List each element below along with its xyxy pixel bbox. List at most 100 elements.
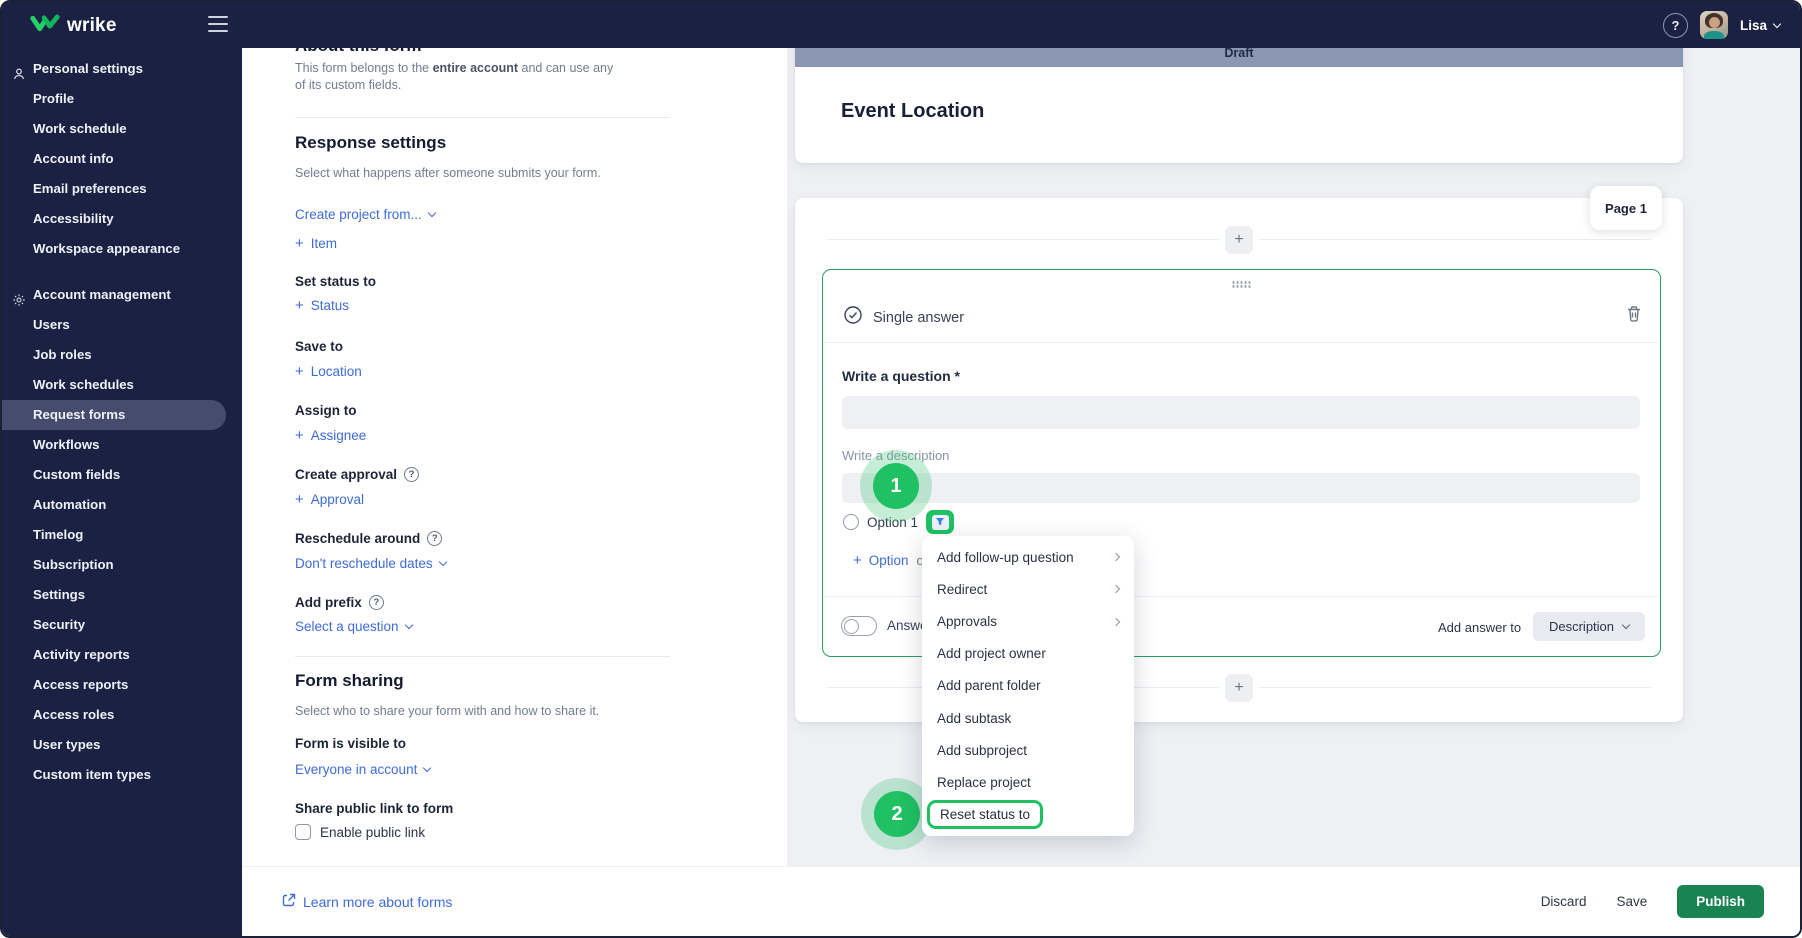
topbar-right: ? Lisa (1662, 2, 1782, 48)
annotation-highlight: Reset status to (927, 800, 1044, 830)
add-location-link[interactable]: + Location (295, 363, 362, 380)
chevron-right-icon (1111, 585, 1121, 594)
delete-question-icon[interactable] (1626, 305, 1642, 327)
publish-button[interactable]: Publish (1677, 885, 1764, 918)
menu-item-add-project-owner[interactable]: Add project owner (922, 638, 1134, 670)
answer-required-toggle[interactable] (841, 616, 877, 636)
sidebar-item-custom-item-types[interactable]: Custom item types (2, 760, 242, 790)
plus-icon: + (295, 491, 304, 508)
sidebar-item-workflows[interactable]: Workflows (2, 430, 242, 460)
chevron-right-icon (1111, 617, 1121, 626)
insert-divider (1259, 687, 1651, 688)
enable-public-link-text: Enable public link (320, 824, 426, 840)
form-title[interactable]: Event Location (841, 100, 984, 123)
enable-public-link-row: Enable public link (295, 824, 757, 840)
add-question-above-button[interactable]: + (1225, 226, 1253, 254)
menu-item-add-subproject[interactable]: Add subproject (922, 734, 1134, 766)
drag-handle-icon[interactable] (1232, 281, 1251, 288)
add-option-row: +Option or (853, 552, 928, 569)
form-settings-panel: About this form This form belongs to the… (242, 2, 787, 936)
add-approval-link[interactable]: + Approval (295, 491, 364, 508)
menu-item-add-parent-folder[interactable]: Add parent folder (922, 670, 1134, 702)
help-icon[interactable]: ? (427, 531, 443, 546)
page-tab[interactable]: Page 1 (1590, 186, 1662, 230)
sidebar-item-access-roles[interactable]: Access roles (2, 700, 242, 730)
menu-item-add-subtask[interactable]: Add subtask (922, 702, 1134, 734)
help-icon[interactable]: ? (1662, 12, 1688, 38)
sidebar-item-subscription[interactable]: Subscription (2, 550, 242, 580)
add-option-link[interactable]: + Option (853, 552, 909, 569)
plus-icon: + (295, 363, 304, 380)
sidebar-item-accessibility[interactable]: Accessibility (2, 204, 242, 234)
create-project-from-dropdown[interactable]: Create project from... (295, 207, 437, 222)
sidebar-item-account-info[interactable]: Account info (2, 144, 242, 174)
sidebar-item-work-schedule[interactable]: Work schedule (2, 114, 242, 144)
sidebar-section-label: Account management (33, 287, 171, 302)
sidebar: Personal settings Profile Work schedule … (2, 2, 242, 936)
learn-more-link[interactable]: Learn more about forms (282, 893, 452, 910)
sidebar-section-account-management[interactable]: Account management (2, 280, 242, 310)
sidebar-item-job-roles[interactable]: Job roles (2, 340, 242, 370)
avatar[interactable] (1699, 11, 1728, 39)
enable-public-link-checkbox[interactable] (295, 824, 311, 840)
hamburger-menu-icon[interactable] (208, 16, 228, 32)
sidebar-item-activity-reports[interactable]: Activity reports (2, 640, 242, 670)
external-link-icon (282, 893, 296, 910)
option-action-icon[interactable] (926, 510, 955, 534)
add-status-link[interactable]: + Status (295, 297, 349, 314)
sidebar-item-email-preferences[interactable]: Email preferences (2, 174, 242, 204)
sidebar-item-security[interactable]: Security (2, 610, 242, 640)
sidebar-item-settings[interactable]: Settings (2, 580, 242, 610)
divider (295, 656, 670, 657)
share-public-link-label: Share public link to form (295, 801, 454, 816)
sidebar-item-work-schedules[interactable]: Work schedules (2, 370, 242, 400)
chevron-down-icon (427, 208, 437, 218)
plus-icon: + (295, 235, 304, 252)
about-form-text: This form belongs to the entire account … (295, 61, 614, 92)
plus-icon: + (295, 297, 304, 314)
sidebar-item-timelog[interactable]: Timelog (2, 520, 242, 550)
question-type-label[interactable]: Single answer (873, 310, 964, 326)
sidebar-item-workspace-appearance[interactable]: Workspace appearance (2, 234, 242, 264)
sidebar-item-custom-fields[interactable]: Custom fields (2, 460, 242, 490)
menu-item-replace-project[interactable]: Replace project (922, 767, 1134, 799)
sidebar-item-profile[interactable]: Profile (2, 84, 242, 114)
form-visibility-dropdown[interactable]: Everyone in account (295, 762, 432, 777)
status-badge: Draft (1224, 46, 1254, 60)
help-icon[interactable]: ? (368, 595, 384, 610)
sidebar-item-user-types[interactable]: User types (2, 730, 242, 760)
menu-item-approvals[interactable]: Approvals (922, 605, 1134, 637)
question-actions-menu: Add follow-up question Redirect Approval… (922, 536, 1134, 836)
sidebar-item-access-reports[interactable]: Access reports (2, 670, 242, 700)
menu-item-add-follow-up-question[interactable]: Add follow-up question (922, 541, 1134, 573)
divider (824, 342, 1659, 343)
response-settings-subtitle: Select what happens after someone submit… (295, 166, 601, 180)
answer-target-dropdown[interactable]: Description (1533, 612, 1645, 641)
prefix-question-dropdown[interactable]: Select a question (295, 619, 413, 634)
menu-item-redirect[interactable]: Redirect (922, 573, 1134, 605)
add-assignee-link[interactable]: + Assignee (295, 427, 366, 444)
add-question-below-button[interactable]: + (1225, 674, 1253, 702)
menu-item-reset-status-to[interactable]: Reset status to (922, 799, 1134, 831)
add-item-link[interactable]: + Item (295, 235, 337, 252)
user-menu[interactable]: Lisa (1740, 18, 1782, 33)
sidebar-item-users[interactable]: Users (2, 310, 242, 340)
topbar: wrike ? Lisa (2, 2, 1800, 48)
footer-actions: Discard Save Publish (1541, 885, 1764, 918)
description-input[interactable] (842, 473, 1640, 503)
sidebar-section-personal-settings[interactable]: Personal settings (2, 54, 242, 84)
sidebar-item-request-forms[interactable]: Request forms (2, 400, 226, 430)
add-prefix-label: Add prefix? (295, 595, 757, 610)
form-sharing-heading: Form sharing (295, 671, 404, 690)
save-button[interactable]: Save (1616, 894, 1647, 909)
option-radio[interactable] (843, 514, 859, 530)
question-input[interactable] (842, 396, 1640, 429)
create-approval-label: Create approval? (295, 467, 757, 482)
follow-up-icon (931, 514, 949, 530)
wrike-logo: wrike (30, 13, 117, 39)
reschedule-dropdown[interactable]: Don't reschedule dates (295, 556, 447, 571)
help-icon[interactable]: ? (404, 467, 420, 482)
sidebar-item-automation[interactable]: Automation (2, 490, 242, 520)
discard-button[interactable]: Discard (1541, 894, 1587, 909)
